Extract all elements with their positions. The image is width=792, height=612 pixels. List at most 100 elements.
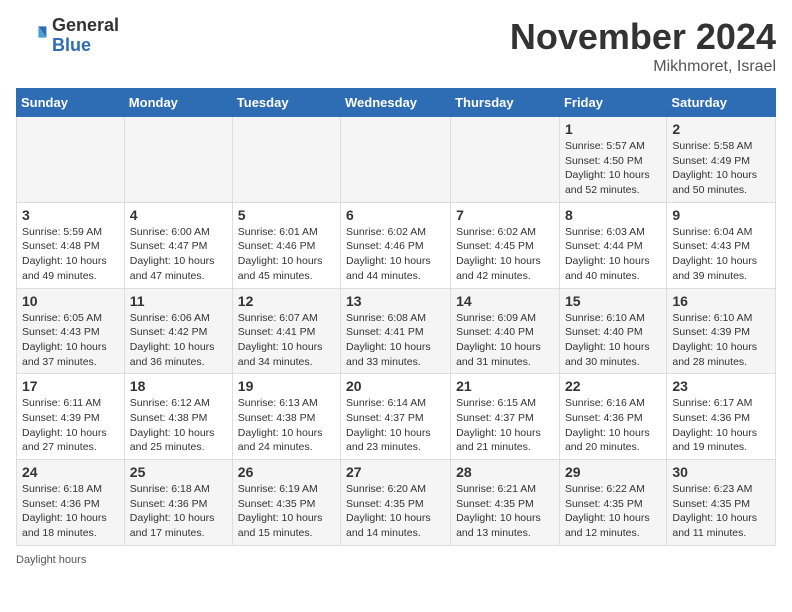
day-number: 15 [565,293,661,309]
day-info: Sunrise: 6:18 AMSunset: 4:36 PMDaylight:… [22,482,119,541]
day-of-week-header: Thursday [451,89,560,117]
day-number: 20 [346,378,445,394]
calendar-cell [124,117,232,203]
day-of-week-header: Monday [124,89,232,117]
calendar-cell: 30 Sunrise: 6:23 AMSunset: 4:35 PMDayligh… [667,460,776,546]
day-info: Sunrise: 6:09 AMSunset: 4:40 PMDaylight:… [456,311,554,370]
logo: General Blue [16,16,119,56]
day-info: Sunrise: 6:01 AMSunset: 4:46 PMDaylight:… [238,225,335,284]
day-info: Sunrise: 6:10 AMSunset: 4:40 PMDaylight:… [565,311,661,370]
calendar-cell: 17 Sunrise: 6:11 AMSunset: 4:39 PMDayligh… [17,374,125,460]
day-info: Sunrise: 6:22 AMSunset: 4:35 PMDaylight:… [565,482,661,541]
month-title: November 2024 [510,16,776,58]
day-info: Sunrise: 6:11 AMSunset: 4:39 PMDaylight:… [22,396,119,455]
day-info: Sunrise: 5:57 AMSunset: 4:50 PMDaylight:… [565,139,661,198]
calendar-week-row: 24 Sunrise: 6:18 AMSunset: 4:36 PMDayligh… [17,460,776,546]
day-info: Sunrise: 6:12 AMSunset: 4:38 PMDaylight:… [130,396,227,455]
calendar-cell: 25 Sunrise: 6:18 AMSunset: 4:36 PMDayligh… [124,460,232,546]
logo-text: General Blue [52,16,119,56]
calendar-cell: 19 Sunrise: 6:13 AMSunset: 4:38 PMDayligh… [232,374,340,460]
day-number: 25 [130,464,227,480]
day-info: Sunrise: 6:18 AMSunset: 4:36 PMDaylight:… [130,482,227,541]
calendar-cell [451,117,560,203]
day-info: Sunrise: 6:21 AMSunset: 4:35 PMDaylight:… [456,482,554,541]
day-number: 8 [565,207,661,223]
day-info: Sunrise: 6:10 AMSunset: 4:39 PMDaylight:… [672,311,770,370]
day-number: 21 [456,378,554,394]
calendar-cell: 23 Sunrise: 6:17 AMSunset: 4:36 PMDayligh… [667,374,776,460]
calendar-cell [341,117,451,203]
day-of-week-header: Tuesday [232,89,340,117]
calendar-cell: 26Sunrise: 6:19 AMSunset: 4:35 PMDayligh… [232,460,340,546]
day-info: Sunrise: 6:00 AMSunset: 4:47 PMDaylight:… [130,225,227,284]
calendar-cell: 24 Sunrise: 6:18 AMSunset: 4:36 PMDayligh… [17,460,125,546]
day-info: Sunrise: 6:15 AMSunset: 4:37 PMDaylight:… [456,396,554,455]
day-number: 18 [130,378,227,394]
day-number: 23 [672,378,770,394]
day-info: Sunrise: 6:05 AMSunset: 4:43 PMDaylight:… [22,311,119,370]
day-info: Sunrise: 6:23 AMSunset: 4:35 PMDaylight:… [672,482,770,541]
day-info: Sunrise: 6:08 AMSunset: 4:41 PMDaylight:… [346,311,445,370]
day-number: 17 [22,378,119,394]
day-number: 19 [238,378,335,394]
daylight-label: Daylight hours [16,554,86,566]
day-info: Sunrise: 6:13 AMSunset: 4:38 PMDaylight:… [238,396,335,455]
calendar-cell: 29 Sunrise: 6:22 AMSunset: 4:35 PMDayligh… [559,460,666,546]
day-number: 30 [672,464,770,480]
day-number: 1 [565,121,661,137]
day-number: 22 [565,378,661,394]
day-number: 27 [346,464,445,480]
calendar-cell: 16Sunrise: 6:10 AMSunset: 4:39 PMDayligh… [667,288,776,374]
day-info: Sunrise: 5:58 AMSunset: 4:49 PMDaylight:… [672,139,770,198]
day-number: 24 [22,464,119,480]
day-number: 10 [22,293,119,309]
calendar-cell [232,117,340,203]
day-number: 7 [456,207,554,223]
day-number: 29 [565,464,661,480]
calendar-cell: 12 Sunrise: 6:07 AMSunset: 4:41 PMDayligh… [232,288,340,374]
calendar-table: SundayMondayTuesdayWednesdayThursdayFrid… [16,88,776,546]
calendar-cell: 15 Sunrise: 6:10 AMSunset: 4:40 PMDayligh… [559,288,666,374]
day-info: Sunrise: 6:14 AMSunset: 4:37 PMDaylight:… [346,396,445,455]
calendar-week-row: 3Sunrise: 5:59 AMSunset: 4:48 PMDaylight… [17,202,776,288]
calendar-cell: 28Sunrise: 6:21 AMSunset: 4:35 PMDayligh… [451,460,560,546]
day-of-week-header: Wednesday [341,89,451,117]
day-number: 3 [22,207,119,223]
calendar-cell: 10 Sunrise: 6:05 AMSunset: 4:43 PMDayligh… [17,288,125,374]
day-of-week-header: Friday [559,89,666,117]
calendar-cell: 11Sunrise: 6:06 AMSunset: 4:42 PMDayligh… [124,288,232,374]
calendar-cell: 27Sunrise: 6:20 AMSunset: 4:35 PMDayligh… [341,460,451,546]
calendar-cell: 18 Sunrise: 6:12 AMSunset: 4:38 PMDayligh… [124,374,232,460]
day-number: 6 [346,207,445,223]
calendar-week-row: 10 Sunrise: 6:05 AMSunset: 4:43 PMDayligh… [17,288,776,374]
calendar-cell: 6 Sunrise: 6:02 AMSunset: 4:46 PMDaylight… [341,202,451,288]
day-info: Sunrise: 6:03 AMSunset: 4:44 PMDaylight:… [565,225,661,284]
day-number: 12 [238,293,335,309]
calendar-cell: 9Sunrise: 6:04 AMSunset: 4:43 PMDaylight… [667,202,776,288]
location: Mikhmoret, Israel [510,58,776,76]
calendar-cell: 14 Sunrise: 6:09 AMSunset: 4:40 PMDayligh… [451,288,560,374]
day-info: Sunrise: 6:16 AMSunset: 4:36 PMDaylight:… [565,396,661,455]
calendar-cell: 8 Sunrise: 6:03 AMSunset: 4:44 PMDaylight… [559,202,666,288]
day-number: 5 [238,207,335,223]
calendar-cell: 2Sunrise: 5:58 AMSunset: 4:49 PMDaylight… [667,117,776,203]
day-number: 13 [346,293,445,309]
calendar-week-row: 1 Sunrise: 5:57 AMSunset: 4:50 PMDaylight… [17,117,776,203]
calendar-cell: 13 Sunrise: 6:08 AMSunset: 4:41 PMDayligh… [341,288,451,374]
header-row: SundayMondayTuesdayWednesdayThursdayFrid… [17,89,776,117]
day-info: Sunrise: 6:19 AMSunset: 4:35 PMDaylight:… [238,482,335,541]
footer-note: Daylight hours [16,554,776,566]
calendar-cell: 4Sunrise: 6:00 AMSunset: 4:47 PMDaylight… [124,202,232,288]
calendar-week-row: 17 Sunrise: 6:11 AMSunset: 4:39 PMDayligh… [17,374,776,460]
calendar-cell [17,117,125,203]
day-of-week-header: Saturday [667,89,776,117]
day-info: Sunrise: 6:17 AMSunset: 4:36 PMDaylight:… [672,396,770,455]
day-info: Sunrise: 6:02 AMSunset: 4:45 PMDaylight:… [456,225,554,284]
day-number: 14 [456,293,554,309]
day-info: Sunrise: 6:02 AMSunset: 4:46 PMDaylight:… [346,225,445,284]
calendar-cell: 21 Sunrise: 6:15 AMSunset: 4:37 PMDayligh… [451,374,560,460]
calendar-cell: 5 Sunrise: 6:01 AMSunset: 4:46 PMDaylight… [232,202,340,288]
calendar-cell: 7 Sunrise: 6:02 AMSunset: 4:45 PMDaylight… [451,202,560,288]
day-info: Sunrise: 6:07 AMSunset: 4:41 PMDaylight:… [238,311,335,370]
title-block: November 2024 Mikhmoret, Israel [510,16,776,76]
